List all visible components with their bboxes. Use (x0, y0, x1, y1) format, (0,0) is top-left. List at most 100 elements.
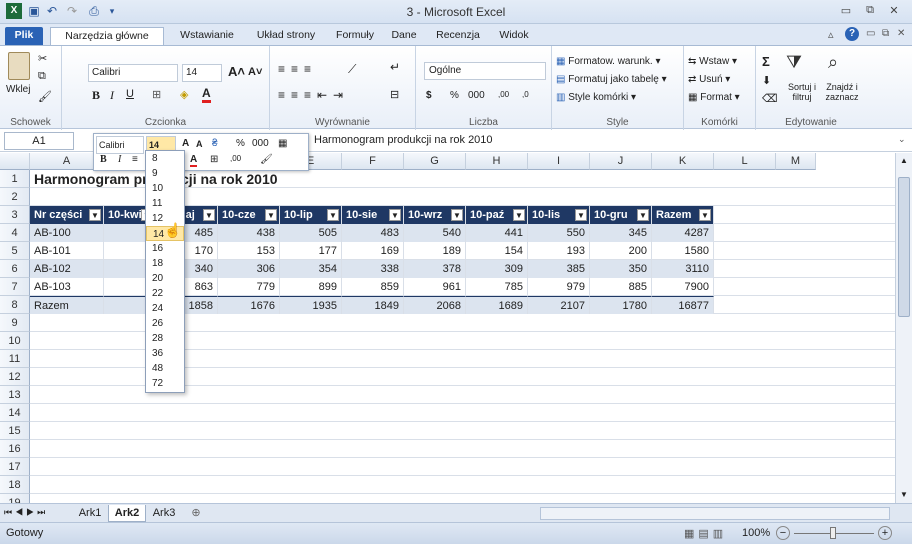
table-cell[interactable]: 2068 (404, 296, 466, 314)
row-header[interactable]: 18 (0, 476, 30, 494)
mini-format-painter-icon[interactable]: ▦ (278, 138, 287, 149)
expand-formula-icon[interactable]: ⌄ (898, 134, 906, 145)
font-name-select[interactable]: Calibri (88, 64, 178, 82)
format-painter-icon[interactable]: 🖌 (38, 90, 52, 103)
close-button[interactable]: ✕ (884, 4, 904, 20)
row-header[interactable]: 7 (0, 278, 30, 296)
column-header[interactable]: J (590, 153, 652, 170)
sheet-tab-ark1[interactable]: Ark1 (72, 505, 108, 522)
font-color-icon[interactable]: A (202, 86, 211, 103)
mini-percent[interactable]: % (236, 138, 245, 149)
filter-dropdown-icon[interactable]: ▼ (327, 209, 339, 221)
excel-logo-icon[interactable]: X (6, 3, 22, 19)
view-buttons-icon[interactable]: ▦▤▥ (684, 527, 727, 540)
zoom-in-button[interactable]: + (878, 526, 892, 540)
sheet-tab-ark3[interactable]: Ark3 (146, 505, 182, 522)
row-header[interactable]: 16 (0, 440, 30, 458)
table-cell[interactable]: 306 (218, 260, 280, 278)
table-header-cell[interactable]: 10-gru ▼ (590, 206, 652, 224)
minimize-ribbon-icon[interactable]: ▵ (828, 28, 834, 41)
row-header[interactable]: 8 (0, 296, 30, 314)
table-cell[interactable]: 153 (218, 242, 280, 260)
sheet-nav-icons[interactable]: ⏮◀▶⏭ (4, 507, 48, 518)
table-header-cell[interactable]: 10-lip ▼ (280, 206, 342, 224)
horizontal-align-icons[interactable]: ≡≡≡⇤⇥ (278, 88, 349, 102)
table-cell[interactable]: 961 (404, 278, 466, 296)
table-cell[interactable]: 979 (528, 278, 590, 296)
table-cell[interactable]: 3110 (652, 260, 714, 278)
table-cell[interactable]: 550 (528, 224, 590, 242)
tab-view[interactable]: Widok (492, 27, 536, 45)
table-cell[interactable]: 169 (342, 242, 404, 260)
thousands-button[interactable]: 000 (468, 90, 485, 101)
tab-page-layout[interactable]: Układ strony (250, 27, 322, 45)
column-header[interactable]: H (466, 153, 528, 170)
table-cell[interactable]: 438 (218, 224, 280, 242)
table-cell[interactable]: 354 (280, 260, 342, 278)
vertical-scroll-thumb[interactable] (898, 177, 910, 317)
mini-font-color-icon[interactable]: A (190, 154, 198, 167)
table-cell[interactable]: 7900 (652, 278, 714, 296)
sort-filter-label[interactable]: Sortuj i filtruj (782, 82, 822, 102)
column-header[interactable]: I (528, 153, 590, 170)
fill-icon[interactable]: ⬇ (762, 74, 771, 87)
grow-font-icon[interactable]: A˄ (228, 64, 245, 79)
row-header[interactable]: 1 (0, 170, 30, 188)
insert-button[interactable]: ⇆ Wstaw ▾ (688, 56, 737, 67)
select-all-corner[interactable] (0, 153, 30, 170)
format-button[interactable]: ▦ Format ▾ (688, 92, 740, 103)
mini-decimal-icon[interactable]: ,00 (230, 154, 241, 163)
table-cell[interactable]: 4287 (652, 224, 714, 242)
decrease-decimal-button[interactable]: ,0 (522, 90, 529, 99)
delete-button[interactable]: ⇄ Usuń ▾ (688, 74, 730, 85)
font-size-option[interactable]: 22 (146, 286, 184, 301)
column-header[interactable]: M (776, 153, 816, 170)
table-cell[interactable]: 885 (590, 278, 652, 296)
mini-thousands[interactable]: 000 (252, 138, 269, 149)
font-size-select[interactable]: 14 (182, 64, 222, 82)
table-cell[interactable]: AB-102 (30, 260, 104, 278)
table-cell[interactable]: 193 (528, 242, 590, 260)
mini-currency-icon[interactable]: ₴ (212, 138, 218, 149)
row-header[interactable]: 15 (0, 422, 30, 440)
mini-font-name[interactable]: Calibri (96, 136, 144, 154)
scroll-down-icon[interactable]: ▼ (896, 487, 912, 503)
filter-dropdown-icon[interactable]: ▼ (699, 209, 711, 221)
table-cell[interactable]: 1935 (280, 296, 342, 314)
table-cell[interactable]: 779 (218, 278, 280, 296)
font-size-option[interactable]: 16 (146, 241, 184, 256)
mini-shrink-font[interactable]: A (196, 139, 203, 149)
tab-insert[interactable]: Wstawianie (172, 27, 242, 45)
font-size-option[interactable]: 28 (146, 331, 184, 346)
mini-italic[interactable]: I (118, 154, 121, 165)
find-select-icon[interactable]: ⌕ (828, 52, 838, 73)
table-cell[interactable]: AB-101 (30, 242, 104, 260)
table-cell[interactable]: 345 (590, 224, 652, 242)
autosum-icon[interactable]: Σ (762, 54, 770, 69)
filter-dropdown-icon[interactable]: ▼ (89, 209, 101, 221)
table-cell[interactable]: 2107 (528, 296, 590, 314)
copy-icon[interactable]: ⧉ (38, 70, 46, 83)
table-header-cell[interactable]: 10-cze ▼ (218, 206, 280, 224)
table-cell[interactable]: 154 (466, 242, 528, 260)
find-select-label[interactable]: Znajdź i zaznacz (822, 82, 862, 102)
table-header-cell[interactable]: 10-sie ▼ (342, 206, 404, 224)
row-header[interactable]: 12 (0, 368, 30, 386)
filter-dropdown-icon[interactable]: ▼ (265, 209, 277, 221)
underline-button[interactable]: U (126, 88, 134, 100)
fill-color-icon[interactable]: ◈ (180, 88, 188, 101)
mini-grow-font[interactable]: A (182, 138, 189, 149)
column-header[interactable]: L (714, 153, 776, 170)
filter-dropdown-icon[interactable]: ▼ (451, 209, 463, 221)
cut-icon[interactable]: ✂ (38, 52, 47, 65)
table-cell[interactable]: 200 (590, 242, 652, 260)
tab-home[interactable]: Narzędzia główne (50, 27, 164, 45)
table-cell[interactable]: 441 (466, 224, 528, 242)
table-cell[interactable]: Razem (30, 296, 104, 314)
table-cell[interactable]: 1849 (342, 296, 404, 314)
workbook-minimize-icon[interactable]: ▭ (866, 28, 875, 39)
border-icon[interactable]: ⊞ (152, 88, 161, 101)
font-size-option[interactable]: 11 (146, 196, 184, 211)
table-cell[interactable]: AB-103 (30, 278, 104, 296)
format-as-table-button[interactable]: ▤ Formatuj jako tabelę ▾ (556, 74, 667, 85)
